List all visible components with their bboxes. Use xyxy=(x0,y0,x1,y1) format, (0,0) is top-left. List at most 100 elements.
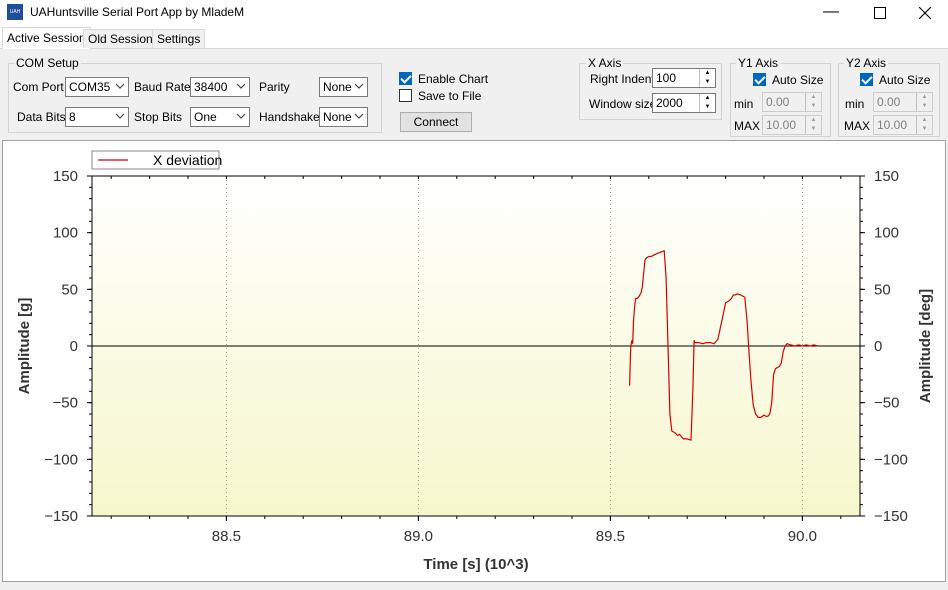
handshake-value: None xyxy=(323,110,352,124)
y2-auto-size-label: Auto Size xyxy=(879,73,931,87)
spinner-arrows[interactable]: ▲ ▼ xyxy=(916,116,932,134)
y1-min-spinner[interactable]: 0.00 ▲ ▼ xyxy=(762,92,822,112)
spinner-arrows[interactable]: ▲ ▼ xyxy=(699,69,715,87)
y1-auto-size-checkbox[interactable] xyxy=(753,73,766,86)
stop-bits-select[interactable]: One xyxy=(190,107,250,127)
spin-up-icon[interactable]: ▲ xyxy=(917,93,932,102)
chevron-down-icon xyxy=(354,113,364,119)
app-icon: UAH xyxy=(7,4,23,20)
right-indent-label: Right Indent xyxy=(590,72,655,86)
y2-max-label: MAX xyxy=(844,119,871,133)
x-axis-title: Time [s] (10^3) xyxy=(423,556,528,573)
chart: 88.5 89.0 89.5 90.0 −150 −150 −100 −100 −50 −50 0 0… xyxy=(16,150,934,573)
x-axis-title: X Axis xyxy=(586,56,624,70)
y2-min-label: min xyxy=(845,97,865,111)
spin-up-icon[interactable]: ▲ xyxy=(700,94,715,103)
y2-tick-label: −50 xyxy=(874,395,899,412)
y2-tick-label: 150 xyxy=(874,168,899,185)
window-size-value: 2000 xyxy=(656,96,683,110)
status-strip xyxy=(0,582,948,590)
data-bits-label: Data Bits xyxy=(17,110,66,124)
y2-axis-title: Y2 Axis xyxy=(844,56,889,70)
spin-up-icon[interactable]: ▲ xyxy=(917,116,932,125)
spin-down-icon[interactable]: ▼ xyxy=(806,102,821,111)
connect-button[interactable]: Connect xyxy=(400,112,472,132)
y1-tick-label: −100 xyxy=(44,451,78,468)
y1-tick-label: −50 xyxy=(53,395,78,412)
handshake-label: Handshake xyxy=(259,110,320,124)
chart-panel[interactable]: 88.5 89.0 89.5 90.0 −150 −150 −100 −100 −50 −50 0 0… xyxy=(2,140,946,582)
right-indent-spinner[interactable]: 100 ▲ ▼ xyxy=(652,68,716,88)
chevron-down-icon xyxy=(354,83,364,89)
spin-down-icon[interactable]: ▼ xyxy=(700,103,715,112)
spin-up-icon[interactable]: ▲ xyxy=(806,93,821,102)
y2-tick-label: 50 xyxy=(874,281,891,298)
y2-tick-label: −150 xyxy=(874,508,908,525)
baud-rate-label: Baud Rate xyxy=(134,80,191,94)
spinner-arrows[interactable]: ▲ ▼ xyxy=(805,93,821,111)
y1-tick-label: 0 xyxy=(70,338,78,355)
tab-settings[interactable]: Settings xyxy=(152,29,206,48)
y2-min-value: 0.00 xyxy=(877,95,901,109)
tab-old-session[interactable]: Old Session xyxy=(83,29,158,48)
legend-label: X deviation xyxy=(153,152,222,168)
parity-select[interactable]: None xyxy=(319,77,368,97)
y2-axis-title: Amplitude [deg] xyxy=(917,289,934,403)
y2-tick-label: −100 xyxy=(874,451,908,468)
y1-auto-size-label: Auto Size xyxy=(772,73,824,87)
window-size-spinner[interactable]: 2000 ▲ ▼ xyxy=(652,93,716,113)
chevron-down-icon xyxy=(115,113,125,119)
y2-max-value: 10.00 xyxy=(877,118,908,132)
chevron-down-icon xyxy=(236,113,246,119)
spin-down-icon[interactable]: ▼ xyxy=(917,102,932,111)
enable-chart-checkbox[interactable] xyxy=(399,72,412,85)
spin-down-icon[interactable]: ▼ xyxy=(700,78,715,87)
tab-active-session[interactable]: Active Session xyxy=(2,27,91,49)
parity-value: None xyxy=(323,80,352,94)
spinner-arrows[interactable]: ▲ ▼ xyxy=(805,116,821,134)
y1-max-value: 10.00 xyxy=(766,118,797,132)
stop-bits-value: One xyxy=(194,110,217,124)
handshake-select[interactable]: None xyxy=(319,107,368,127)
spinner-arrows[interactable]: ▲ ▼ xyxy=(699,94,715,112)
stop-bits-label: Stop Bits xyxy=(134,110,183,124)
y1-max-label: MAX xyxy=(734,119,761,133)
x-tick-label: 90.0 xyxy=(788,528,817,545)
spin-down-icon[interactable]: ▼ xyxy=(806,125,821,134)
y2-auto-size-checkbox[interactable] xyxy=(860,73,873,86)
y1-axis-title: Amplitude [g] xyxy=(16,298,33,395)
y1-tick-label: −150 xyxy=(44,508,78,525)
save-to-file-checkbox[interactable] xyxy=(399,89,412,102)
y1-tick-label: 100 xyxy=(53,225,78,242)
com-port-select[interactable]: COM35 xyxy=(65,77,129,97)
spin-up-icon[interactable]: ▲ xyxy=(806,116,821,125)
minimize-icon[interactable]: — xyxy=(808,0,854,26)
baud-rate-value: 38400 xyxy=(194,80,228,94)
save-to-file-label: Save to File xyxy=(418,89,482,103)
y1-axis-title: Y1 Axis xyxy=(736,56,781,70)
y2-min-spinner[interactable]: 0.00 ▲ ▼ xyxy=(873,92,933,112)
maximize-icon[interactable] xyxy=(857,0,903,26)
enable-chart-label: Enable Chart xyxy=(418,72,489,86)
spin-down-icon[interactable]: ▼ xyxy=(917,125,932,134)
window-title: UAHuntsville Serial Port App by MladeM xyxy=(30,5,245,19)
x-tick-label: 89.0 xyxy=(404,528,433,545)
baud-rate-select[interactable]: 38400 xyxy=(190,77,250,97)
chevron-down-icon xyxy=(236,83,246,89)
y1-min-value: 0.00 xyxy=(766,95,790,109)
y1-tick-label: 150 xyxy=(53,168,78,185)
y1-min-label: min xyxy=(734,97,754,111)
y2-max-spinner[interactable]: 10.00 ▲ ▼ xyxy=(873,115,933,135)
spin-up-icon[interactable]: ▲ xyxy=(700,69,715,78)
y2-tick-label: 100 xyxy=(874,225,899,242)
parity-label: Parity xyxy=(259,80,290,94)
spinner-arrows[interactable]: ▲ ▼ xyxy=(916,93,932,111)
x-tick-label: 89.5 xyxy=(596,528,625,545)
y2-tick-label: 0 xyxy=(874,338,882,355)
x-tick-label: 88.5 xyxy=(212,528,241,545)
close-icon[interactable] xyxy=(902,0,948,26)
right-indent-value: 100 xyxy=(656,71,677,85)
y1-tick-label: 50 xyxy=(61,281,78,298)
y1-max-spinner[interactable]: 10.00 ▲ ▼ xyxy=(762,115,822,135)
data-bits-select[interactable]: 8 xyxy=(65,107,129,127)
